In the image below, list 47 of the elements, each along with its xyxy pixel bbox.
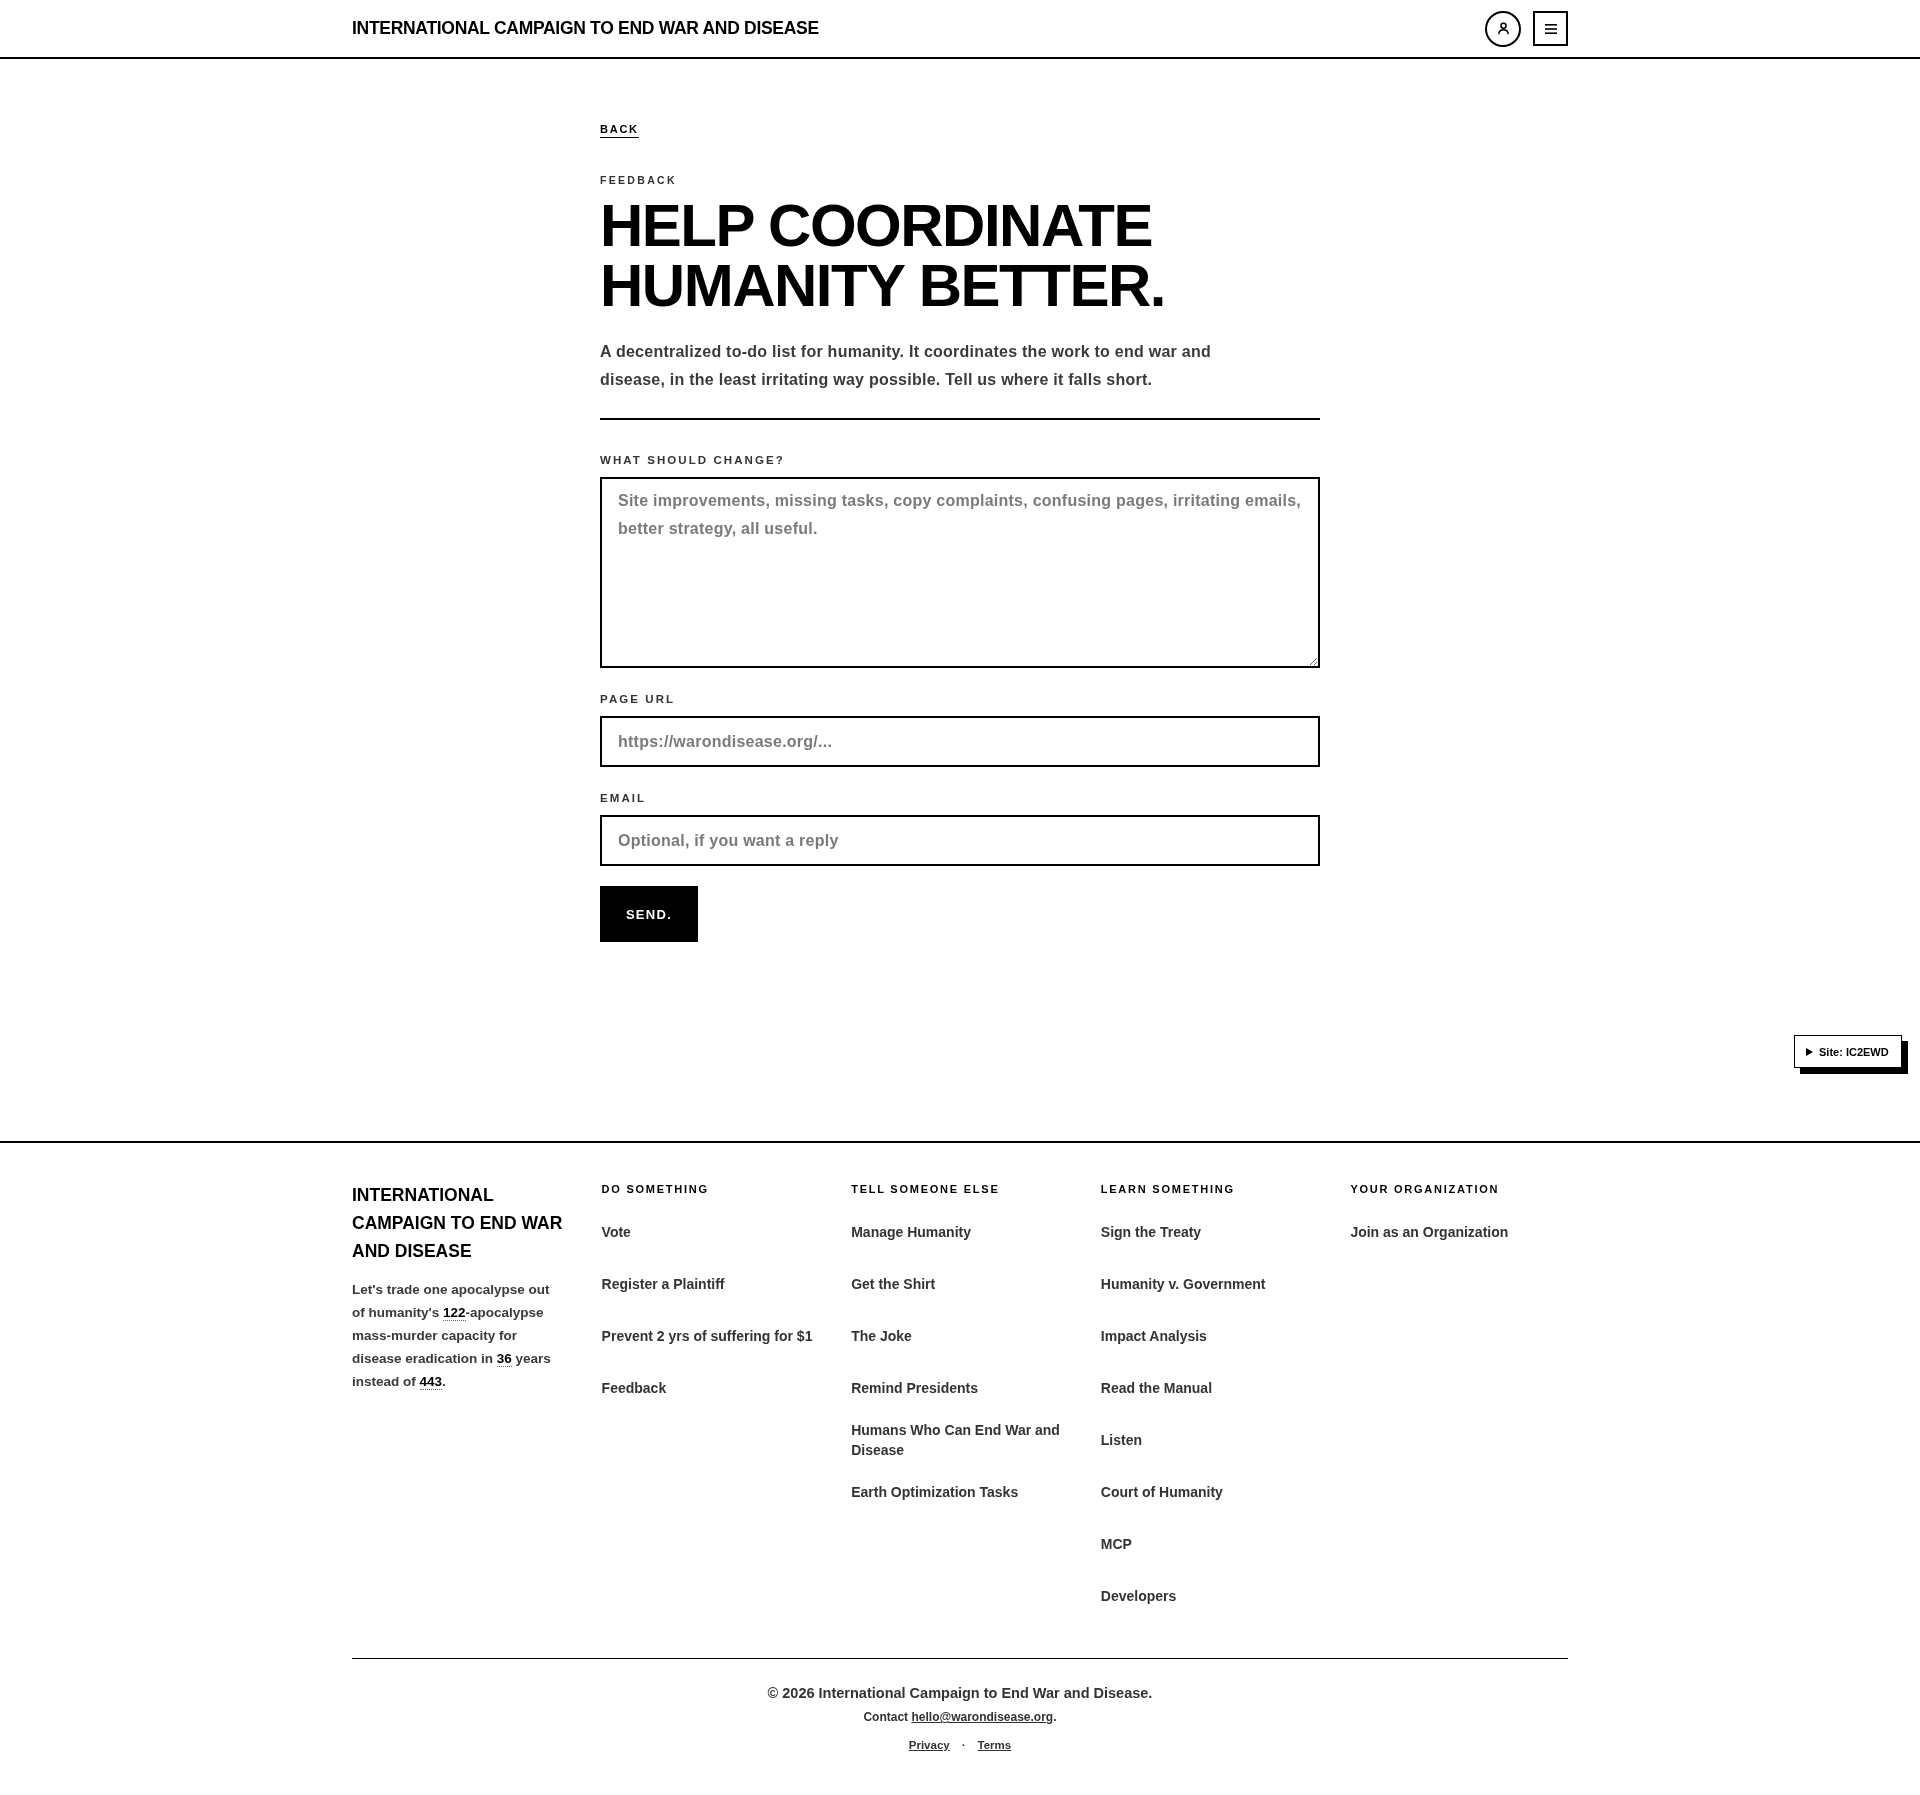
footer-link[interactable]: Manage Humanity (851, 1210, 971, 1254)
account-button[interactable] (1485, 10, 1521, 47)
field-label: PAGE URL (600, 692, 676, 706)
contact-text: Contact hello@warondisease.org. (863, 1709, 1057, 1725)
field-label: EMAIL (600, 791, 647, 805)
feedback-textarea[interactable]: Site improvements, missing tasks, copy complaints, confusing pages, irritating emails, better strategy, all useful. (600, 477, 1320, 668)
footer-link[interactable]: Impact Analysis (1100, 1314, 1207, 1358)
footer-column-heading: LEARN SOMETHING (1100, 1182, 1236, 1196)
footer-link[interactable]: Humanity v. Government (1100, 1262, 1266, 1306)
page-heading: HELP COORDINATE HUMANITY BETTER. (600, 196, 1166, 316)
footer-link[interactable]: MCP (1100, 1522, 1132, 1566)
disclosure-triangle-icon (1806, 1047, 1813, 1056)
footer-column-heading: YOUR ORGANIZATION (1350, 1182, 1501, 1196)
field-label: WHAT SHOULD CHANGE? (600, 453, 785, 467)
footer-link[interactable]: Feedback (601, 1366, 667, 1410)
footer-column-heading: DO SOMETHING (601, 1182, 710, 1196)
footer-link[interactable]: Court of Humanity (1100, 1470, 1223, 1514)
intro-text: A decentralized to-do list for humanity. It coordinates the work to end war and disease, in the least irritating way possible. Tell us where it falls short. (600, 342, 1212, 390)
menu-icon (1544, 23, 1557, 34)
footer-column-heading: TELL SOMEONE ELSE (851, 1182, 1001, 1196)
footer-link[interactable]: Earth Optimization Tasks (851, 1470, 1019, 1514)
footer-link[interactable]: Vote (601, 1210, 631, 1254)
footer-brand: INTERNATIONAL CAMPAIGN TO END WAR AND DISEASE (352, 1184, 564, 1263)
back-link[interactable]: BACK (600, 122, 639, 138)
footer-link[interactable]: Register a Plaintiff (601, 1262, 725, 1306)
footer-link[interactable]: Get the Shirt (851, 1262, 936, 1306)
footer-link[interactable]: Prevent 2 yrs of suffering for $1 (601, 1314, 813, 1358)
menu-button[interactable] (1533, 11, 1568, 46)
footer-link[interactable]: Read the Manual (1100, 1366, 1213, 1410)
copyright-text: © 2026 International Campaign to End War and Disease. (767, 1684, 1153, 1703)
section-label: FEEDBACK (600, 173, 677, 187)
footer-link[interactable]: The Joke (851, 1314, 912, 1358)
footer-link[interactable]: Sign the Treaty (1100, 1210, 1202, 1254)
legal-link[interactable]: Privacy (908, 1737, 950, 1753)
text-input-field[interactable]: Optional, if you want a reply (600, 815, 1320, 866)
site-logo[interactable]: INTERNATIONAL CAMPAIGN TO END WAR AND DISEASE (352, 18, 819, 39)
footer-link[interactable]: Listen (1100, 1418, 1143, 1462)
send-button[interactable]: SEND. (600, 886, 698, 942)
footer-link[interactable]: Join as an Organization (1350, 1210, 1509, 1254)
footer-link[interactable]: Developers (1100, 1574, 1177, 1618)
footer-tagline: Let's trade one apocalypse out of humanity's 122-apocalypse mass-murder capacity for disease eradication in 36 years instead of 443. (352, 1281, 552, 1392)
footer-link[interactable]: Humans Who Can End War and Disease (851, 1418, 1069, 1462)
footer-link[interactable]: Remind Presidents (851, 1366, 978, 1410)
person-icon (1497, 22, 1509, 35)
link-separator: · (961, 1738, 966, 1753)
text-input-field[interactable]: https://warondisease.org/... (600, 716, 1320, 767)
legal-link[interactable]: Terms (977, 1737, 1012, 1753)
